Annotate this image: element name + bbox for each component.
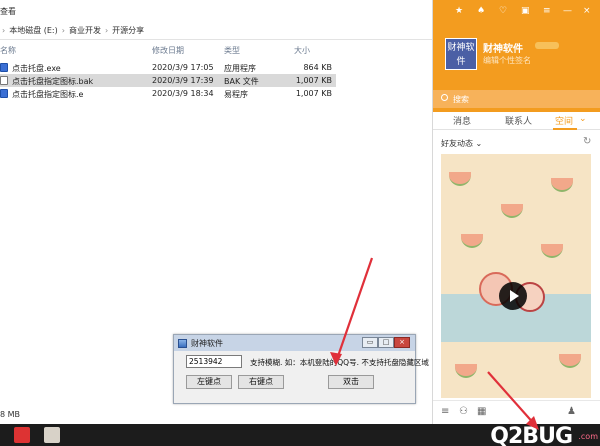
signature[interactable]: 编辑个性签名 — [483, 55, 531, 66]
avatar[interactable]: 财神软件 — [445, 38, 477, 70]
qq-top-icons: ★ ♠ ♡ ▣ ≡ — × — [433, 6, 600, 18]
qq-bottom-bar: ≡ ⚇ ▦ ♟ — [433, 400, 600, 422]
column-size[interactable]: 大小 — [294, 45, 310, 56]
file-size: 864 KB — [303, 63, 332, 72]
add-contact-icon[interactable]: ⚇ — [459, 406, 468, 417]
file-type: 应用程序 — [224, 64, 256, 73]
qq-header: ★ ♠ ♡ ▣ ≡ — × 财神软件 财神软件 编辑个性签名 搜索 — [433, 0, 600, 112]
file-type: 易程序 — [224, 90, 248, 99]
dialog-hint: 支持模糊. 如：本机登陆的QQ号. 不支持托盘隐藏区域 — [250, 358, 429, 367]
menu-icon[interactable]: ≡ — [543, 6, 551, 16]
dialog-title: 财神软件 — [191, 338, 223, 348]
file-name: 点击托盘.exe — [12, 64, 61, 73]
address-bar[interactable]: › 本地磁盘 (E:) › 商业开发 › 开源分享 — [0, 22, 432, 40]
taskbar: Q2BUG .com — [0, 424, 600, 446]
feed-image[interactable] — [441, 154, 591, 398]
watermelon-decoration — [455, 364, 477, 378]
bak-file-icon — [0, 76, 8, 85]
view-menu[interactable]: 查看 — [0, 6, 16, 17]
left-click-button[interactable]: 左键点 — [186, 375, 232, 389]
tool-dialog: 财神软件 ▭ □ × 2513942 支持模糊. 如：本机登陆的QQ号. 不支持… — [173, 334, 429, 404]
file-size: 1,007 KB — [295, 76, 332, 85]
breadcrumb-folder[interactable]: 商业开发 — [69, 25, 101, 36]
right-click-button[interactable]: 右键点 — [238, 375, 284, 389]
menu-icon[interactable]: ≡ — [441, 406, 449, 417]
tab-contacts[interactable]: 联系人 — [505, 114, 532, 127]
file-row-selected[interactable]: 点击托盘指定图标.bak 2020/3/9 17:39 BAK 文件 1,007… — [0, 74, 336, 87]
watermelon-decoration — [461, 234, 483, 248]
chevron-down-icon[interactable]: ⌄ — [579, 114, 587, 124]
app-icon — [178, 338, 187, 348]
qq-tabs: 消息 联系人 空间 ⌄ — [433, 110, 600, 130]
nickname: 财神软件 — [483, 44, 523, 55]
status-bar: 8 MB — [0, 410, 21, 419]
search-input[interactable]: 搜索 — [433, 90, 600, 108]
close-icon[interactable]: × — [394, 337, 410, 348]
shirt-icon[interactable]: ♠ — [477, 6, 485, 16]
tab-space[interactable]: 空间 — [555, 114, 573, 127]
screen: 查看 › 本地磁盘 (E:) › 商业开发 › 开源分享 名称 修改日期 类型 … — [0, 0, 600, 446]
double-click-button[interactable]: 双击 — [328, 375, 374, 389]
file-row[interactable]: 点击托盘指定图标.e 2020/3/9 18:34 易程序 1,007 KB — [0, 87, 336, 100]
taskbar-app-icon[interactable] — [14, 427, 30, 443]
watermelon-decoration — [449, 172, 471, 186]
active-tab-indicator — [553, 128, 577, 130]
e-file-icon — [0, 89, 8, 98]
explorer-menu: 查看 — [0, 0, 432, 22]
column-name[interactable]: 名称 — [0, 45, 16, 56]
feed-header[interactable]: 好友动态 ⌄ — [441, 138, 482, 149]
minimize-icon[interactable]: ▭ — [362, 337, 378, 348]
file-row[interactable]: 点击托盘.exe 2020/3/9 17:05 应用程序 864 KB — [0, 61, 336, 74]
watermelon-decoration — [559, 354, 581, 368]
search-placeholder: 搜索 — [453, 95, 469, 104]
taskbar-app-icon[interactable] — [44, 427, 60, 443]
file-size: 1,007 KB — [295, 89, 332, 98]
chevron-right-icon: › — [2, 26, 6, 35]
file-type: BAK 文件 — [224, 77, 259, 86]
file-date: 2020/3/9 17:39 — [152, 76, 214, 85]
file-date: 2020/3/9 18:34 — [152, 89, 214, 98]
chevron-right-icon: › — [104, 26, 109, 35]
qq-number-input[interactable]: 2513942 — [186, 355, 242, 368]
chevron-right-icon: › — [61, 26, 65, 35]
column-type[interactable]: 类型 — [224, 45, 240, 56]
maximize-icon[interactable]: □ — [378, 337, 394, 348]
watermelon-decoration — [501, 204, 523, 218]
file-name: 点击托盘指定图标.e — [12, 90, 84, 99]
play-icon[interactable] — [499, 282, 527, 310]
minimize-icon[interactable]: — — [563, 6, 572, 16]
watermelon-decoration — [551, 178, 573, 192]
close-icon[interactable]: × — [583, 6, 591, 16]
column-date[interactable]: 修改日期 — [152, 45, 184, 56]
refresh-icon[interactable]: ↻ — [583, 136, 591, 147]
search-icon — [441, 94, 448, 101]
column-headers: 名称 修改日期 类型 大小 — [0, 43, 432, 57]
watermelon-decoration — [541, 244, 563, 258]
watermark: Q2BUG — [490, 424, 573, 446]
heart-icon[interactable]: ♡ — [499, 6, 507, 16]
tab-messages[interactable]: 消息 — [453, 114, 471, 127]
file-name: 点击托盘指定图标.bak — [12, 77, 94, 86]
exe-file-icon — [0, 63, 8, 72]
watermark-suffix: .com — [578, 432, 598, 441]
gift-icon[interactable]: ▣ — [521, 6, 530, 16]
qq-panel: ★ ♠ ♡ ▣ ≡ — × 财神软件 财神软件 编辑个性签名 搜索 消息 联系人… — [432, 0, 600, 424]
vip-badge — [535, 42, 559, 49]
star-icon[interactable]: ★ — [455, 6, 463, 16]
breadcrumb-current[interactable]: 开源分享 — [112, 25, 144, 36]
breadcrumb-drive[interactable]: 本地磁盘 (E:) — [9, 25, 58, 36]
file-date: 2020/3/9 17:05 — [152, 63, 214, 72]
apps-icon[interactable]: ▦ — [477, 406, 486, 417]
penguin-icon[interactable]: ♟ — [567, 406, 576, 417]
feed-header-label: 好友动态 — [441, 139, 473, 148]
